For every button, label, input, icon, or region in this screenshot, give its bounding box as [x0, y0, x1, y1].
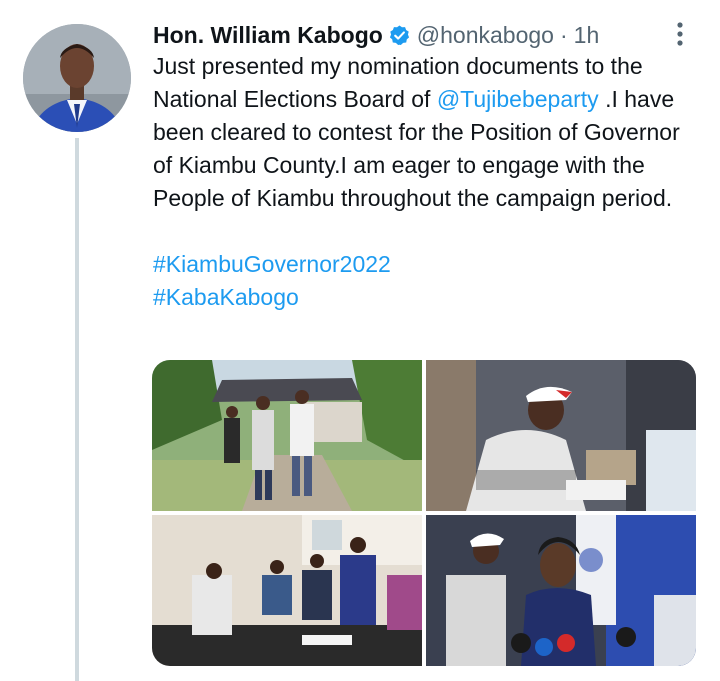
- photo-meeting-room[interactable]: [152, 515, 422, 666]
- author-avatar[interactable]: [23, 24, 131, 132]
- tweet-header: Hon. William Kabogo @honkabogo · 1h: [153, 19, 599, 51]
- more-options-icon[interactable]: [662, 16, 698, 52]
- author-handle[interactable]: @honkabogo: [417, 22, 554, 49]
- photo-walking-group[interactable]: [152, 360, 422, 511]
- photo-signing-documents[interactable]: [426, 360, 696, 511]
- author-name[interactable]: Hon. William Kabogo: [153, 22, 383, 49]
- tweet-timestamp[interactable]: 1h: [574, 22, 600, 49]
- hashtag-kabakabogo[interactable]: #KabaKabogo: [153, 284, 299, 310]
- mention-link[interactable]: @Tujibebeparty: [437, 86, 599, 112]
- photo-press-interview[interactable]: [426, 515, 696, 666]
- thread-line: [75, 138, 79, 681]
- media-grid: [152, 360, 696, 666]
- tweet-body: Just presented my nomination documents t…: [153, 50, 698, 314]
- hashtag-kiambugovernor2022[interactable]: #KiambuGovernor2022: [153, 251, 391, 277]
- verified-badge-icon: [388, 24, 411, 47]
- separator-dot: ·: [559, 21, 568, 48]
- tweet-text: Just presented my nomination documents t…: [153, 50, 698, 215]
